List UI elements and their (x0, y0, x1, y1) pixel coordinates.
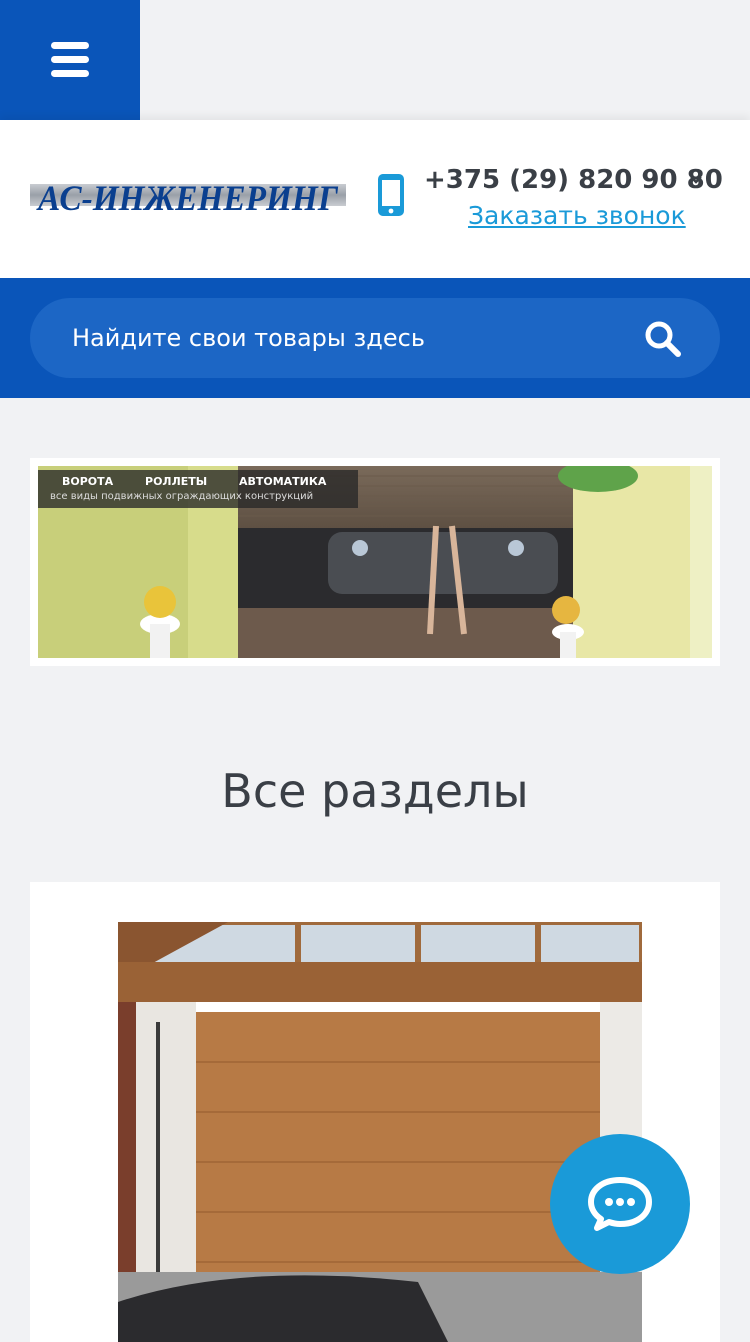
logo-text: АС-ИНЖЕНЕРИНГ (36, 178, 338, 218)
search-icon[interactable] (644, 320, 682, 358)
banner-nav: ВОРОТА РОЛЛЕТЫ АВТОМАТИКА (62, 475, 354, 488)
hamburger-menu-icon (51, 42, 89, 78)
banner-nav-automation[interactable]: АВТОМАТИКА (239, 475, 326, 488)
chat-button[interactable] (550, 1134, 690, 1274)
company-logo[interactable]: АС-ИНЖЕНЕРИНГ (30, 172, 346, 218)
chevron-down-icon[interactable] (688, 172, 704, 188)
search-box (30, 298, 720, 378)
smartphone-icon (378, 174, 404, 216)
banner-caption: ВОРОТА РОЛЛЕТЫ АВТОМАТИКА все виды подви… (38, 470, 358, 508)
search-input[interactable] (70, 298, 630, 378)
promo-banner[interactable]: ВОРОТА РОЛЛЕТЫ АВТОМАТИКА все виды подви… (30, 458, 720, 666)
chat-bubble-icon (588, 1177, 652, 1231)
menu-button[interactable] (0, 0, 140, 120)
site-header: АС-ИНЖЕНЕРИНГ +375 (29) 820 90 80 Заказа… (0, 120, 750, 278)
phone-number[interactable]: +375 (29) 820 90 80 (424, 162, 723, 198)
callback-link[interactable]: Заказать звонок (468, 198, 686, 234)
search-band (0, 278, 750, 398)
section-title: Все разделы (221, 764, 529, 818)
banner-nav-rollers[interactable]: РОЛЛЕТЫ (145, 475, 207, 488)
category-image[interactable] (118, 922, 642, 1342)
banner-tagline: все виды подвижных ограждающих конструкц… (50, 491, 314, 502)
banner-nav-gates[interactable]: ВОРОТА (62, 475, 113, 488)
top-bar (0, 0, 750, 120)
